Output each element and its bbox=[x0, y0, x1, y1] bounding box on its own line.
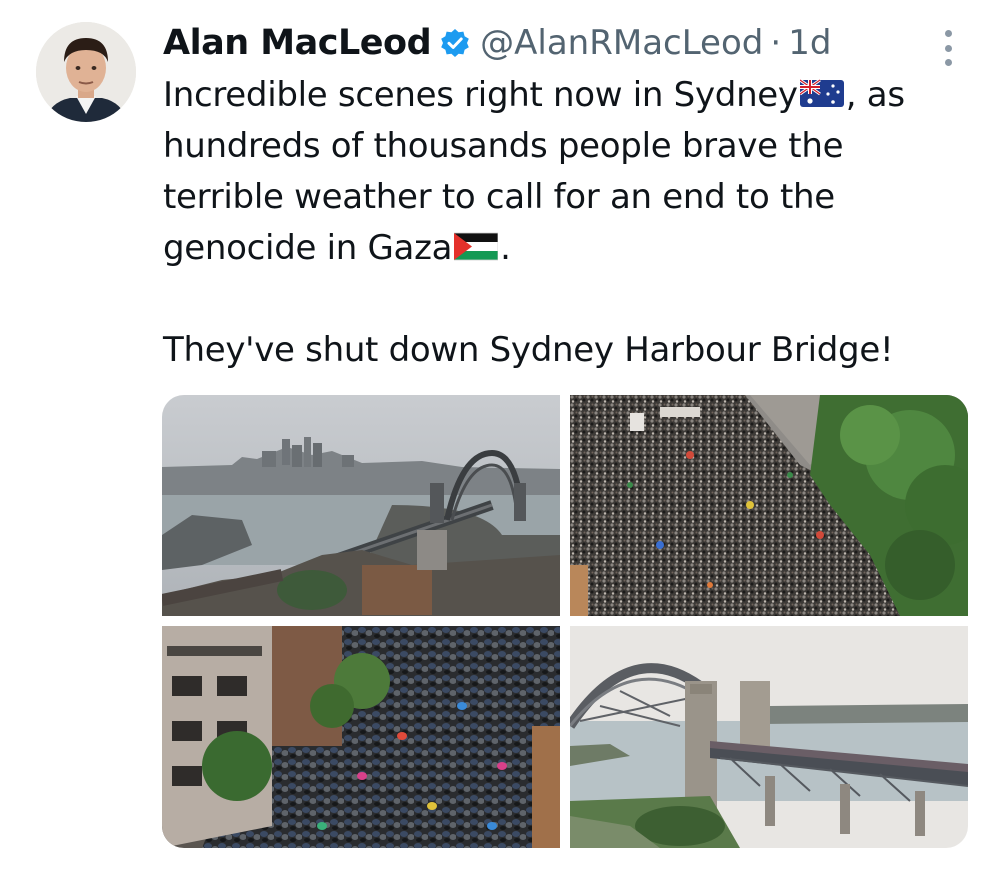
australia-flag-icon bbox=[798, 73, 844, 107]
more-options-icon[interactable] bbox=[936, 30, 960, 66]
tweet-text: Incredible scenes right now in Sydney , … bbox=[163, 70, 963, 376]
photo-harbour-bridge-pylons-crowd[interactable] bbox=[570, 626, 968, 848]
media-grid bbox=[162, 395, 968, 848]
tweet-paragraph-1: Incredible scenes right now in Sydney , … bbox=[163, 70, 963, 274]
tweet-text-part-3: . bbox=[500, 228, 511, 268]
header-separator: · bbox=[770, 23, 782, 63]
tweet-timestamp[interactable]: 1d bbox=[788, 23, 831, 63]
author-name[interactable]: Alan MacLeod bbox=[163, 23, 432, 63]
photo-umbrella-crowd-street[interactable] bbox=[162, 626, 560, 848]
author-avatar[interactable] bbox=[36, 22, 136, 122]
verified-badge-icon bbox=[440, 28, 470, 58]
author-handle[interactable]: @AlanRMacLeod bbox=[480, 23, 763, 63]
photo-harbour-bridge-city-view[interactable] bbox=[162, 395, 560, 616]
palestine-flag-icon bbox=[453, 226, 499, 261]
avatar-image bbox=[36, 22, 136, 122]
tweet-text-part-1: Incredible scenes right now in Sydney bbox=[163, 75, 798, 115]
photo-crowd-aerial-street[interactable] bbox=[570, 395, 968, 616]
tweet-paragraph-2: They've shut down Sydney Harbour Bridge! bbox=[163, 330, 894, 370]
tweet-header: Alan MacLeod @AlanRMacLeod · 1d bbox=[163, 18, 831, 68]
